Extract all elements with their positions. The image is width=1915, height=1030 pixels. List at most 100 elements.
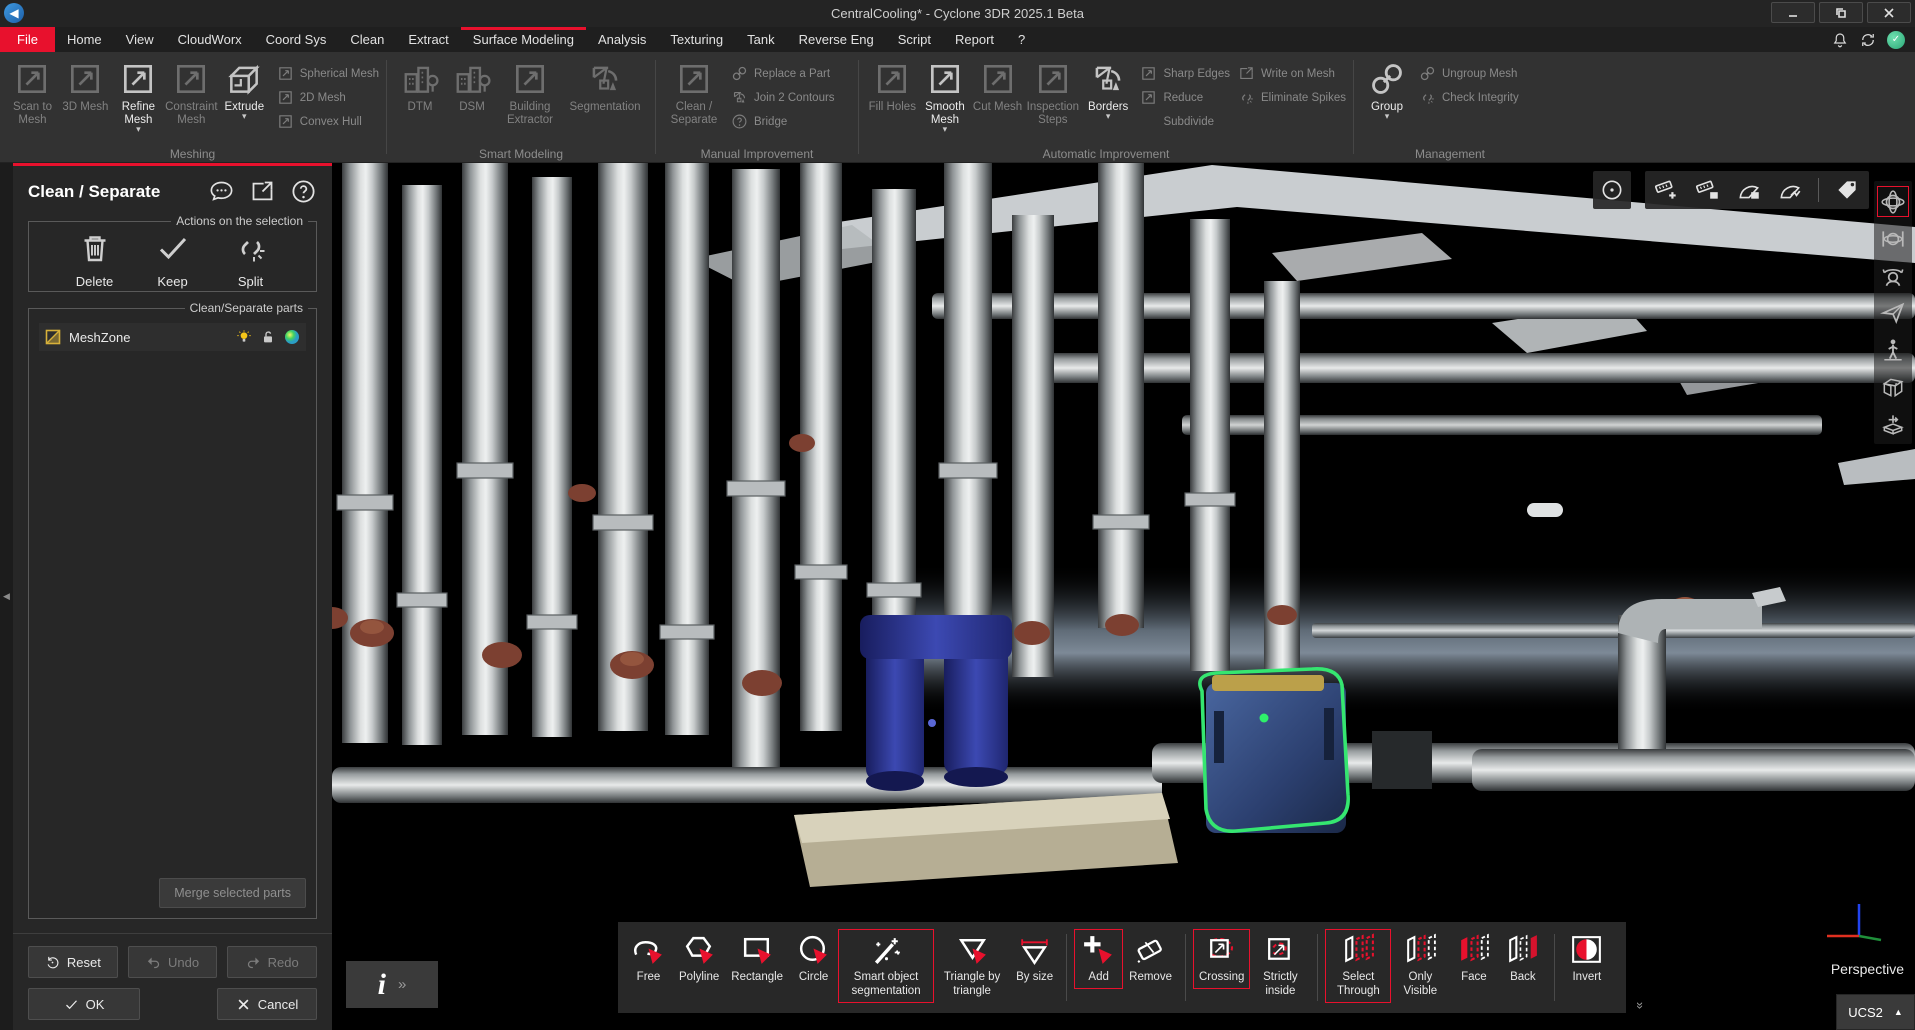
write-on-mesh-button[interactable]: Write on Mesh — [1238, 65, 1346, 82]
only-visible-button[interactable]: Only Visible — [1391, 929, 1449, 1003]
inspection-steps-button[interactable]: Inspection Steps — [1024, 57, 1082, 127]
building-extractor-button[interactable]: Building Extractor — [498, 57, 562, 127]
turntable-button[interactable] — [1877, 408, 1909, 439]
tab-extract[interactable]: Extract — [396, 27, 460, 52]
select-through-button[interactable]: Select Through — [1325, 929, 1391, 1003]
account-status-icon[interactable]: ✓ — [1887, 31, 1905, 49]
2d-mesh-button[interactable]: 2D Mesh — [277, 89, 379, 106]
group-button[interactable]: Group▾ — [1361, 57, 1413, 119]
select-free-button[interactable]: Free — [624, 929, 673, 989]
invert-selection-button[interactable]: Invert — [1562, 929, 1611, 989]
bridge-button[interactable]: Bridge — [731, 113, 835, 130]
tab-reverse-eng[interactable]: Reverse Eng — [787, 27, 886, 52]
walk-mode-button[interactable] — [1877, 334, 1909, 365]
3d-mesh-button[interactable]: 3D Mesh — [59, 57, 112, 114]
3d-viewport[interactable]: i » Free Polyline Rectangle Circle Smart… — [332, 163, 1915, 1030]
subdivide-button[interactable]: Subdivide — [1140, 113, 1230, 130]
tab-script[interactable]: Script — [886, 27, 943, 52]
tab-coord-sys[interactable]: Coord Sys — [254, 27, 339, 52]
restore-button[interactable] — [1819, 2, 1863, 23]
back-button[interactable]: Back — [1498, 929, 1547, 989]
tab-surface-modeling[interactable]: Surface Modeling — [461, 27, 586, 52]
refine-mesh-button[interactable]: Refine Mesh▾ — [112, 57, 165, 132]
fill-holes-button[interactable]: Fill Holes — [866, 57, 919, 114]
constraint-mesh-button[interactable]: Constraint Mesh — [165, 57, 218, 127]
spherical-mesh-button[interactable]: Spherical Mesh — [277, 65, 379, 82]
remove-selection-button[interactable]: Remove — [1123, 929, 1178, 989]
cut-mesh-button[interactable]: Cut Mesh — [971, 57, 1024, 114]
ungroup-mesh-button[interactable]: Ungroup Mesh — [1419, 65, 1519, 82]
smooth-mesh-button[interactable]: Smooth Mesh▾ — [919, 57, 972, 132]
split-button[interactable]: Split — [220, 230, 282, 289]
help-icon[interactable] — [290, 178, 317, 205]
convex-hull-button[interactable]: Convex Hull — [277, 113, 379, 130]
select-circle-button[interactable]: Circle — [789, 929, 838, 989]
tab-home[interactable]: Home — [55, 27, 114, 52]
sharp-edges-button[interactable]: Sharp Edges — [1140, 65, 1230, 82]
fly-mode-button[interactable] — [1877, 297, 1909, 328]
close-button[interactable] — [1867, 2, 1911, 23]
toolbar-expand-icon[interactable]: » — [1633, 1002, 1648, 1009]
measure-object-icon[interactable] — [1695, 177, 1721, 203]
replace-a-part-button[interactable]: Replace a Part — [731, 65, 835, 82]
lock-icon[interactable] — [260, 329, 276, 345]
add-measure-icon[interactable] — [1654, 177, 1680, 203]
join-2-contours-button[interactable]: Join 2 Contours — [731, 89, 835, 106]
tab-tank[interactable]: Tank — [735, 27, 786, 52]
face-button[interactable]: Face — [1449, 929, 1498, 989]
segmentation-button[interactable]: Segmentation — [562, 57, 648, 114]
tab-texturing[interactable]: Texturing — [658, 27, 735, 52]
focus-icon[interactable] — [1599, 177, 1625, 203]
tab-view[interactable]: View — [114, 27, 166, 52]
more-chevrons-icon[interactable]: » — [398, 976, 406, 993]
check-integrity-button[interactable]: Check Integrity — [1419, 89, 1519, 106]
notifications-bell-icon[interactable] — [1831, 31, 1849, 49]
undo-button[interactable]: Undo — [128, 946, 218, 978]
merge-selected-parts-button[interactable]: Merge selected parts — [159, 878, 306, 908]
export-icon[interactable] — [249, 178, 276, 205]
constrained-orbit-button[interactable] — [1877, 223, 1909, 254]
tab-help[interactable]: ? — [1006, 27, 1037, 52]
look-around-button[interactable] — [1877, 260, 1909, 291]
angle-object-icon[interactable] — [1736, 177, 1762, 203]
add-selection-button[interactable]: Add — [1074, 929, 1123, 989]
by-size-button[interactable]: By size — [1010, 929, 1059, 989]
visibility-bulb-icon[interactable] — [236, 329, 252, 345]
tab-cloudworx[interactable]: CloudWorx — [166, 27, 254, 52]
angle-surface-icon[interactable] — [1777, 177, 1803, 203]
panel-collapse-strip[interactable]: ◀ — [0, 163, 13, 1030]
comment-icon[interactable] — [208, 178, 235, 205]
label-tag-icon[interactable] — [1834, 177, 1860, 203]
redo-button[interactable]: Redo — [227, 946, 317, 978]
smart-object-segmentation-button[interactable]: Smart object segmentation — [838, 929, 934, 1003]
borders-button[interactable]: Borders▾ — [1082, 57, 1135, 119]
ok-button[interactable]: OK — [28, 988, 140, 1020]
color-sphere-icon[interactable] — [284, 329, 300, 345]
ucs-selector-button[interactable]: UCS2 ▲ — [1836, 994, 1915, 1030]
tab-clean[interactable]: Clean — [338, 27, 396, 52]
dsm-button[interactable]: DSM — [446, 57, 498, 114]
view-cube-button[interactable] — [1877, 371, 1909, 402]
projection-mode-label[interactable]: Perspective — [1831, 961, 1904, 977]
orbit-mode-button[interactable] — [1877, 186, 1909, 217]
keep-button[interactable]: Keep — [142, 230, 204, 289]
strictly-inside-button[interactable]: Strictly inside — [1250, 929, 1310, 1003]
select-polyline-button[interactable]: Polyline — [673, 929, 725, 989]
extrude-button[interactable]: Extrude▾ — [218, 57, 271, 119]
sync-icon[interactable] — [1859, 31, 1877, 49]
eliminate-spikes-button[interactable]: Eliminate Spikes — [1238, 89, 1346, 106]
reduce-button[interactable]: Reduce — [1140, 89, 1230, 106]
tab-file[interactable]: File — [0, 27, 55, 52]
triangle-by-triangle-button[interactable]: Triangle by triangle — [934, 929, 1010, 1003]
scan-to-mesh-button[interactable]: Scan to Mesh — [6, 57, 59, 127]
tab-report[interactable]: Report — [943, 27, 1006, 52]
dtm-button[interactable]: DTM — [394, 57, 446, 114]
list-item-meshzone[interactable]: MeshZone — [39, 323, 306, 351]
reset-button[interactable]: Reset — [28, 946, 118, 978]
minimize-button[interactable] — [1771, 2, 1815, 23]
clean-separate-button[interactable]: Clean / Separate — [663, 57, 725, 127]
tab-analysis[interactable]: Analysis — [586, 27, 658, 52]
cancel-button[interactable]: Cancel — [217, 988, 317, 1020]
select-rectangle-button[interactable]: Rectangle — [725, 929, 789, 989]
delete-button[interactable]: Delete — [64, 230, 126, 289]
